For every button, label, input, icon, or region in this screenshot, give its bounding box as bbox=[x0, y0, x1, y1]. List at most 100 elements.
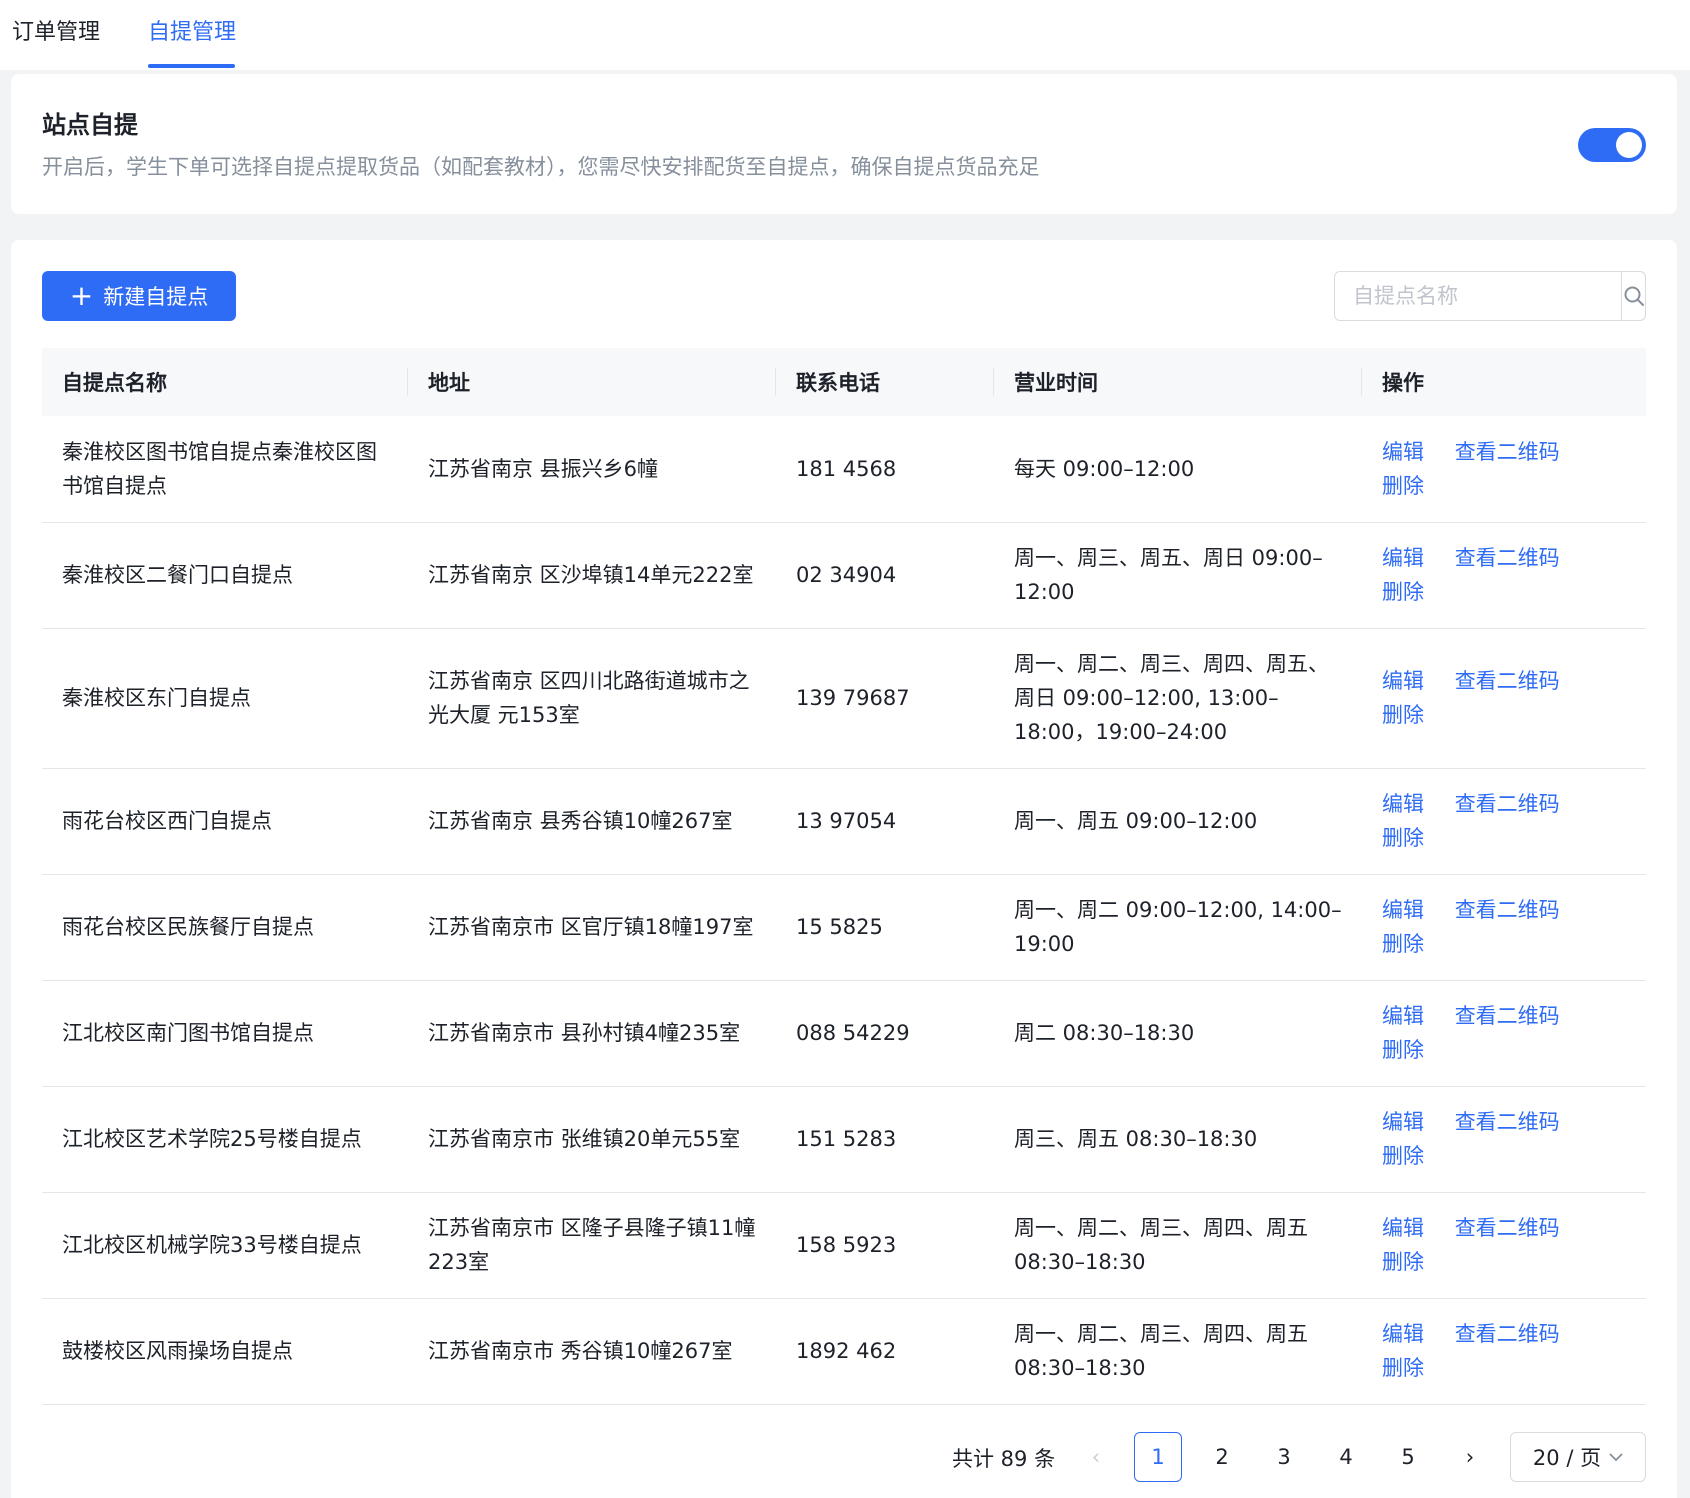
search-button[interactable] bbox=[1621, 272, 1645, 320]
view-qrcode-link[interactable]: 查看二维码 bbox=[1455, 898, 1560, 922]
cell-phone: 1892 462 bbox=[776, 1298, 994, 1405]
cell-hours: 周一、周二、周三、周四、周五、周日 09:00–12:00, 13:00–18:… bbox=[994, 628, 1362, 769]
column-header-address: 地址 bbox=[408, 348, 776, 416]
edit-link[interactable]: 编辑 bbox=[1382, 1216, 1424, 1240]
cell-actions: 编辑 查看二维码 删除 bbox=[1362, 1192, 1646, 1299]
cell-name: 雨花台校区西门自提点 bbox=[42, 768, 408, 875]
delete-link[interactable]: 删除 bbox=[1382, 1356, 1424, 1380]
cell-actions: 编辑 查看二维码 删除 bbox=[1362, 768, 1646, 875]
edit-link[interactable]: 编辑 bbox=[1382, 440, 1424, 464]
cell-hours: 周一、周二、周三、周四、周五 08:30–18:30 bbox=[994, 1192, 1362, 1299]
page-button-3[interactable]: 3 bbox=[1260, 1432, 1308, 1482]
view-qrcode-link[interactable]: 查看二维码 bbox=[1455, 669, 1560, 693]
column-header-actions: 操作 bbox=[1362, 348, 1646, 416]
cell-actions: 编辑 查看二维码 删除 bbox=[1362, 1086, 1646, 1193]
edit-link[interactable]: 编辑 bbox=[1382, 669, 1424, 693]
cell-phone: 151 5283 bbox=[776, 1086, 994, 1193]
cell-address: 江苏省南京 区沙埠镇14单元222室 bbox=[408, 522, 776, 629]
cell-hours: 周二 08:30–18:30 bbox=[994, 980, 1362, 1087]
cell-actions: 编辑 查看二维码 删除 bbox=[1362, 628, 1646, 769]
tab-orders[interactable]: 订单管理 bbox=[12, 18, 100, 48]
cell-name: 雨花台校区民族餐厅自提点 bbox=[42, 874, 408, 981]
cell-hours: 每天 09:00–12:00 bbox=[994, 416, 1362, 523]
chevron-right-icon: › bbox=[1465, 1445, 1475, 1469]
cell-name: 秦淮校区东门自提点 bbox=[42, 628, 408, 769]
page-size-value: 20 / 页 bbox=[1532, 1446, 1602, 1470]
table-row: 江北校区机械学院33号楼自提点 江苏省南京市 区隆子县隆子镇11幢223室 15… bbox=[42, 1192, 1646, 1299]
active-tab-indicator bbox=[148, 64, 235, 68]
cell-hours: 周一、周二、周三、周四、周五 08:30–18:30 bbox=[994, 1298, 1362, 1405]
view-qrcode-link[interactable]: 查看二维码 bbox=[1455, 792, 1560, 816]
cell-phone: 088 54229 bbox=[776, 980, 994, 1087]
edit-link[interactable]: 编辑 bbox=[1382, 546, 1424, 570]
new-pickup-point-button[interactable]: + 新建自提点 bbox=[42, 271, 236, 321]
delete-link[interactable]: 删除 bbox=[1382, 1038, 1424, 1062]
cell-hours: 周一、周五 09:00–12:00 bbox=[994, 768, 1362, 875]
cell-actions: 编辑 查看二维码 删除 bbox=[1362, 980, 1646, 1087]
page-button-2[interactable]: 2 bbox=[1198, 1432, 1246, 1482]
view-qrcode-link[interactable]: 查看二维码 bbox=[1455, 1322, 1560, 1346]
page-button-1[interactable]: 1 bbox=[1134, 1432, 1182, 1482]
pickup-toggle[interactable] bbox=[1578, 128, 1646, 162]
chevron-left-icon: ‹ bbox=[1091, 1445, 1101, 1469]
table-row: 江北校区艺术学院25号楼自提点 江苏省南京市 张维镇20单元55室 151 52… bbox=[42, 1086, 1646, 1193]
next-page-button[interactable]: › bbox=[1446, 1432, 1494, 1482]
delete-link[interactable]: 删除 bbox=[1382, 826, 1424, 850]
cell-hours: 周一、周二 09:00–12:00, 14:00–19:00 bbox=[994, 874, 1362, 981]
pagination-total: 共计 89 条 bbox=[952, 1447, 1056, 1471]
search-icon bbox=[1624, 286, 1644, 306]
column-header-hours: 营业时间 bbox=[994, 348, 1362, 416]
delete-link[interactable]: 删除 bbox=[1382, 474, 1424, 498]
cell-phone: 139 79687 bbox=[776, 628, 994, 769]
table-row: 江北校区南门图书馆自提点 江苏省南京市 县孙村镇4幢235室 088 54229… bbox=[42, 980, 1646, 1087]
table-row: 秦淮校区图书馆自提点秦淮校区图书馆自提点 江苏省南京 县振兴乡6幢 181 45… bbox=[42, 416, 1646, 523]
delete-link[interactable]: 删除 bbox=[1382, 1250, 1424, 1274]
cell-actions: 编辑 查看二维码 删除 bbox=[1362, 416, 1646, 523]
page-button-5[interactable]: 5 bbox=[1384, 1432, 1432, 1482]
cell-actions: 编辑 查看二维码 删除 bbox=[1362, 522, 1646, 629]
edit-link[interactable]: 编辑 bbox=[1382, 1110, 1424, 1134]
delete-link[interactable]: 删除 bbox=[1382, 932, 1424, 956]
edit-link[interactable]: 编辑 bbox=[1382, 792, 1424, 816]
cell-address: 江苏省南京 区四川北路街道城市之光大厦 元153室 bbox=[408, 628, 776, 769]
tab-pickup[interactable]: 自提管理 bbox=[148, 18, 236, 48]
page-button-4[interactable]: 4 bbox=[1322, 1432, 1370, 1482]
cell-hours: 周一、周三、周五、周日 09:00–12:00 bbox=[994, 522, 1362, 629]
table-row: 雨花台校区民族餐厅自提点 江苏省南京市 区官厅镇18幢197室 15 5825 … bbox=[42, 874, 1646, 981]
top-tabs: 订单管理 自提管理 bbox=[0, 0, 1690, 70]
delete-link[interactable]: 删除 bbox=[1382, 580, 1424, 604]
view-qrcode-link[interactable]: 查看二维码 bbox=[1455, 1004, 1560, 1028]
delete-link[interactable]: 删除 bbox=[1382, 703, 1424, 727]
view-qrcode-link[interactable]: 查看二维码 bbox=[1455, 1216, 1560, 1240]
cell-name: 鼓楼校区风雨操场自提点 bbox=[42, 1298, 408, 1405]
cell-address: 江苏省南京市 秀谷镇10幢267室 bbox=[408, 1298, 776, 1405]
toggle-knob bbox=[1616, 132, 1642, 158]
delete-link[interactable]: 删除 bbox=[1382, 1144, 1424, 1168]
pickup-table: 自提点名称 地址 联系电话 营业时间 操作 秦淮校区图书馆自提点秦淮校区图书馆自… bbox=[42, 348, 1646, 1405]
cell-name: 江北校区机械学院33号楼自提点 bbox=[42, 1192, 408, 1299]
page-size-select[interactable]: 20 / 页 bbox=[1510, 1432, 1646, 1482]
view-qrcode-link[interactable]: 查看二维码 bbox=[1455, 546, 1560, 570]
view-qrcode-link[interactable]: 查看二维码 bbox=[1455, 1110, 1560, 1134]
cell-address: 江苏省南京市 张维镇20单元55室 bbox=[408, 1086, 776, 1193]
table-row: 雨花台校区西门自提点 江苏省南京 县秀谷镇10幢267室 13 97054 周一… bbox=[42, 768, 1646, 875]
search-box bbox=[1334, 271, 1646, 321]
settings-description: 开启后，学生下单可选择自提点提取货品（如配套教材），您需尽快安排配货至自提点，确… bbox=[42, 155, 1040, 179]
cell-phone: 02 34904 bbox=[776, 522, 994, 629]
table-row: 秦淮校区东门自提点 江苏省南京 区四川北路街道城市之光大厦 元153室 139 … bbox=[42, 628, 1646, 769]
cell-hours: 周三、周五 08:30–18:30 bbox=[994, 1086, 1362, 1193]
prev-page-button[interactable]: ‹ bbox=[1072, 1432, 1120, 1482]
cell-name: 秦淮校区二餐门口自提点 bbox=[42, 522, 408, 629]
cell-actions: 编辑 查看二维码 删除 bbox=[1362, 874, 1646, 981]
edit-link[interactable]: 编辑 bbox=[1382, 898, 1424, 922]
view-qrcode-link[interactable]: 查看二维码 bbox=[1455, 440, 1560, 464]
pickup-settings-card bbox=[11, 74, 1677, 214]
table-row: 鼓楼校区风雨操场自提点 江苏省南京市 秀谷镇10幢267室 1892 462 周… bbox=[42, 1298, 1646, 1405]
edit-link[interactable]: 编辑 bbox=[1382, 1004, 1424, 1028]
cell-address: 江苏省南京市 区隆子县隆子镇11幢223室 bbox=[408, 1192, 776, 1299]
settings-title: 站点自提 bbox=[42, 111, 138, 139]
cell-actions: 编辑 查看二维码 删除 bbox=[1362, 1298, 1646, 1405]
edit-link[interactable]: 编辑 bbox=[1382, 1322, 1424, 1346]
search-input[interactable] bbox=[1335, 272, 1621, 320]
cell-phone: 158 5923 bbox=[776, 1192, 994, 1299]
